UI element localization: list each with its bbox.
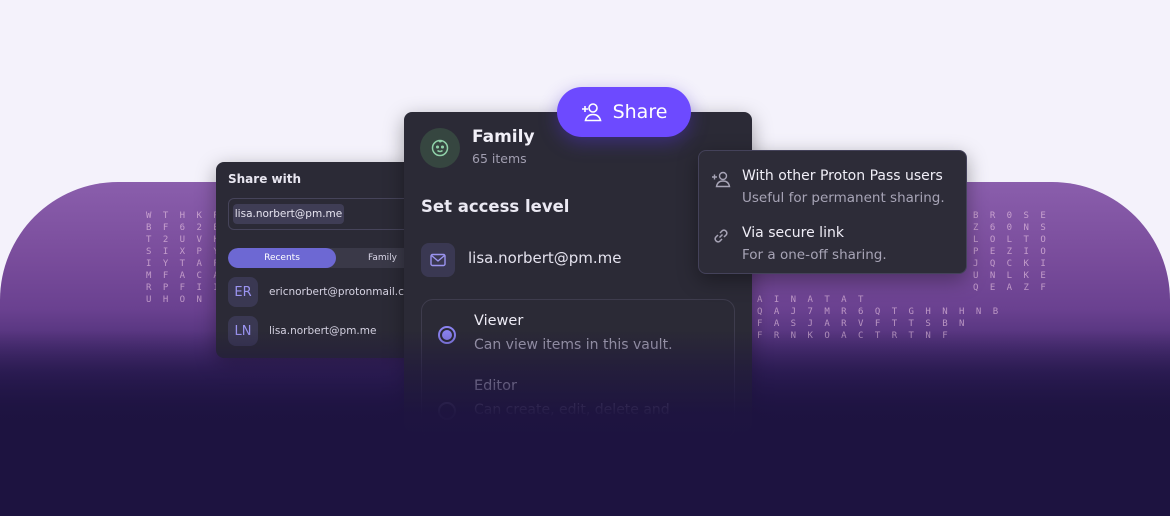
share-button[interactable]: Share (557, 87, 691, 137)
menu-item-description: Useful for permanent sharing. (742, 190, 945, 206)
avatar: ER (228, 277, 258, 307)
viewer-description: Can view items in this vault. (474, 337, 673, 353)
menu-item-description: For a one-off sharing. (742, 247, 887, 263)
matrix-letters-bottom: A I N A T A TQ A J 7 M R 6 Q T G H N H N… (757, 295, 1002, 341)
access-level-title: Set access level (421, 197, 570, 216)
recipient-email: lisa.norbert@pm.me (468, 249, 622, 267)
menu-item-label: Via secure link (742, 225, 844, 241)
vault-item-count: 65 items (472, 151, 527, 166)
contact-email: ericnorbert@protonmail.com (269, 286, 421, 298)
share-button-label: Share (612, 101, 668, 123)
contact-email: lisa.norbert@pm.me (269, 325, 377, 337)
vault-name: Family (472, 127, 535, 147)
avatar: LN (228, 316, 258, 346)
menu-item-label: With other Proton Pass users (742, 168, 943, 184)
editor-label: Editor (474, 378, 517, 394)
contact-row[interactable]: LN lisa.norbert@pm.me (228, 316, 376, 346)
menu-item-proton-users[interactable]: With other Proton Pass users Useful for … (698, 154, 967, 210)
tab-family[interactable]: Family (368, 248, 397, 268)
tab-recents[interactable]: Recents (228, 248, 336, 268)
editor-radio[interactable] (438, 402, 456, 420)
access-options (421, 299, 735, 439)
viewer-radio[interactable] (438, 326, 456, 344)
mail-icon (421, 243, 455, 277)
baby-face-icon (420, 128, 460, 168)
menu-item-secure-link[interactable]: Via secure link For a one-off sharing. (698, 211, 967, 267)
contact-row[interactable]: ER ericnorbert@protonmail.com (228, 277, 421, 307)
viewer-label: Viewer (474, 313, 524, 329)
add-user-icon (712, 171, 731, 188)
contacts-tabs: Recents Family (228, 248, 418, 268)
recipient-chip[interactable]: lisa.norbert@pm.me (233, 204, 344, 224)
add-user-icon (581, 103, 602, 122)
editor-description: Can create, edit, delete and (474, 402, 670, 418)
share-with-title: Share with (228, 172, 301, 186)
link-icon (714, 229, 728, 243)
